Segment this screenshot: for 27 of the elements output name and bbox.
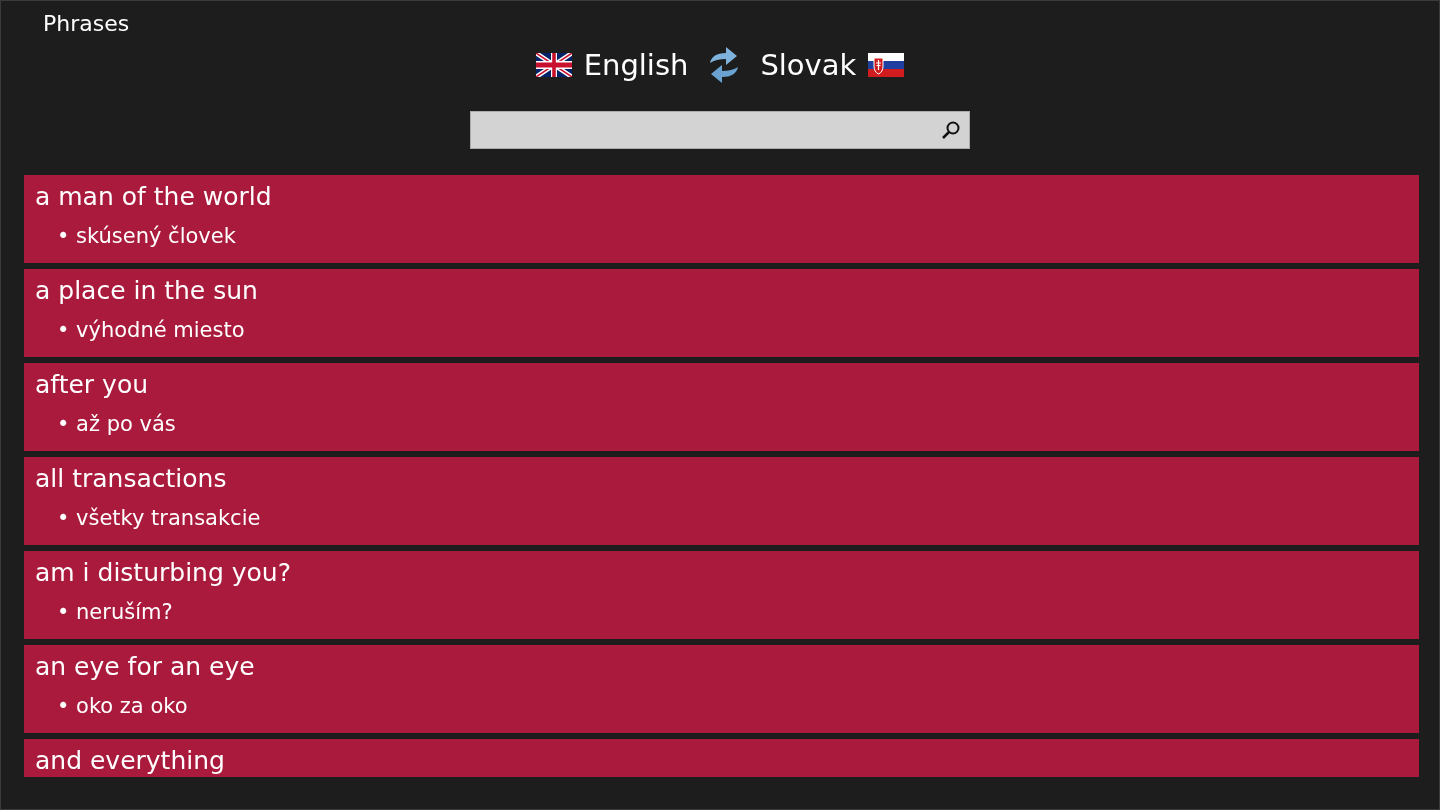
phrase-text: a place in the sun [35, 275, 259, 307]
phrase-card[interactable]: a place in the sun • výhodné miesto [24, 269, 1419, 357]
translation-text: • neruším? [56, 599, 174, 626]
phrase-card[interactable]: am i disturbing you? • neruším? [24, 551, 1419, 639]
phrase-text: an eye for an eye [35, 651, 256, 683]
translation-text: • až po vás [56, 411, 177, 438]
phrase-text: all transactions [35, 463, 228, 495]
translation-text: • skúsený človek [56, 223, 237, 250]
source-language[interactable]: English [583, 48, 689, 82]
phrase-card[interactable]: all transactions • všetky transakcie [24, 457, 1419, 545]
phrase-text: and everything [35, 745, 226, 777]
search-icon[interactable] [941, 120, 961, 140]
translation-text: • všetky transakcie [56, 505, 262, 532]
target-language[interactable]: Slovak [760, 48, 857, 82]
phrase-card[interactable]: an eye for an eye • oko za oko [24, 645, 1419, 733]
phrase-text: am i disturbing you? [35, 557, 292, 589]
uk-flag-icon [535, 53, 572, 77]
search-field[interactable] [470, 111, 970, 149]
window-title: Phrases [42, 10, 131, 38]
phrase-card[interactable]: and everything [24, 739, 1419, 777]
phrase-text: a man of the world [35, 181, 273, 213]
phrase-card[interactable]: after you • až po vás [24, 363, 1419, 451]
translation-text: • oko za oko [56, 693, 189, 720]
translation-text: • výhodné miesto [56, 317, 246, 344]
phrase-card[interactable]: a man of the world • skúsený človek [24, 175, 1419, 263]
slovak-flag-icon [868, 53, 905, 77]
phrase-text: after you [35, 369, 150, 401]
